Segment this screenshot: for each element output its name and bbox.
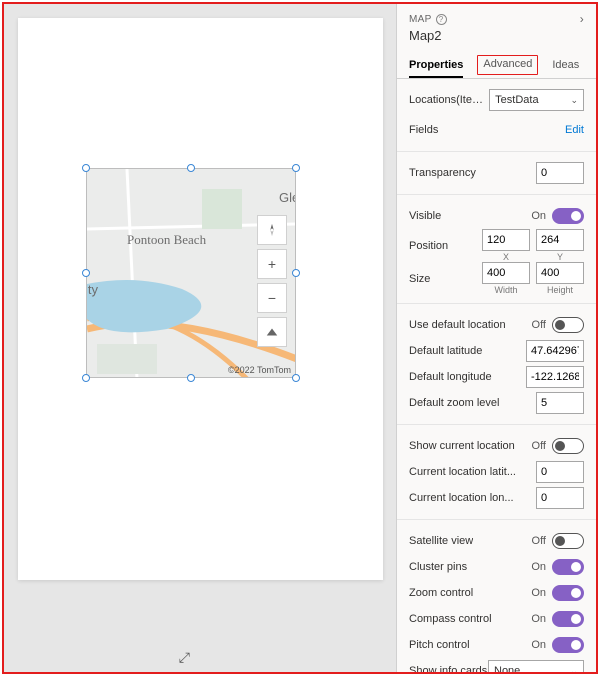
tab-ideas[interactable]: Ideas [552,53,579,78]
default-zoom-input[interactable] [536,392,584,414]
current-lat-input[interactable] [536,461,584,483]
resize-handle-icon[interactable]: ⤢ [179,649,190,666]
map-place-label: Pontoon Beach [127,232,207,247]
tab-properties[interactable]: Properties [409,53,463,78]
control-type-label: MAP ? › [409,12,584,26]
svg-text:ity: ity [87,282,99,297]
height-input[interactable] [536,262,584,284]
panel-tabs: Properties Advanced Ideas [397,53,596,79]
visible-toggle[interactable] [552,208,584,224]
chevron-down-icon: ⌄ [570,95,578,106]
properties-panel: MAP ? › Map2 Properties Advanced Ideas L… [396,4,596,672]
control-name[interactable]: Map2 [409,28,584,43]
zoom-out-button[interactable]: − [257,283,287,313]
locations-dropdown[interactable]: TestData⌄ [489,89,584,111]
zoom-in-button[interactable]: + [257,249,287,279]
width-input[interactable] [482,262,530,284]
zoom-control-toggle[interactable] [552,585,584,601]
show-current-location-toggle[interactable] [552,438,584,454]
default-latitude-input[interactable] [526,340,584,362]
size-label: Size [409,273,430,285]
position-label: Position [409,240,448,252]
locations-label: Locations(Items) [409,94,489,106]
tab-advanced[interactable]: Advanced [483,58,532,70]
svg-text:Gle: Gle [279,190,295,205]
fields-edit-link[interactable]: Edit [565,124,584,136]
info-cards-dropdown[interactable]: None⌄ [488,660,584,672]
collapse-chevron-icon[interactable]: › [580,12,584,26]
cluster-pins-toggle[interactable] [552,559,584,575]
current-lon-input[interactable] [536,487,584,509]
compass-button[interactable] [257,215,287,245]
chevron-down-icon: ⌄ [570,666,578,673]
position-y-input[interactable] [536,229,584,251]
visible-label: Visible [409,210,441,222]
tab-advanced-highlight: Advanced [477,55,538,75]
default-longitude-input[interactable] [526,366,584,388]
pitch-button[interactable] [257,317,287,347]
canvas-area[interactable]: Pontoon Beach ity Gle + − © [4,4,396,672]
satellite-toggle[interactable] [552,533,584,549]
compass-control-toggle[interactable] [552,611,584,627]
map-control[interactable]: Pontoon Beach ity Gle + − © [86,168,296,378]
app-screen: Pontoon Beach ity Gle + − © [18,18,383,580]
map-attribution: ©2022 TomTom [228,365,291,375]
fields-label: Fields [409,124,438,136]
help-icon[interactable]: ? [436,14,447,25]
position-x-input[interactable] [482,229,530,251]
use-default-location-toggle[interactable] [552,317,584,333]
pitch-control-toggle[interactable] [552,637,584,653]
transparency-label: Transparency [409,167,476,179]
transparency-input[interactable] [536,162,584,184]
